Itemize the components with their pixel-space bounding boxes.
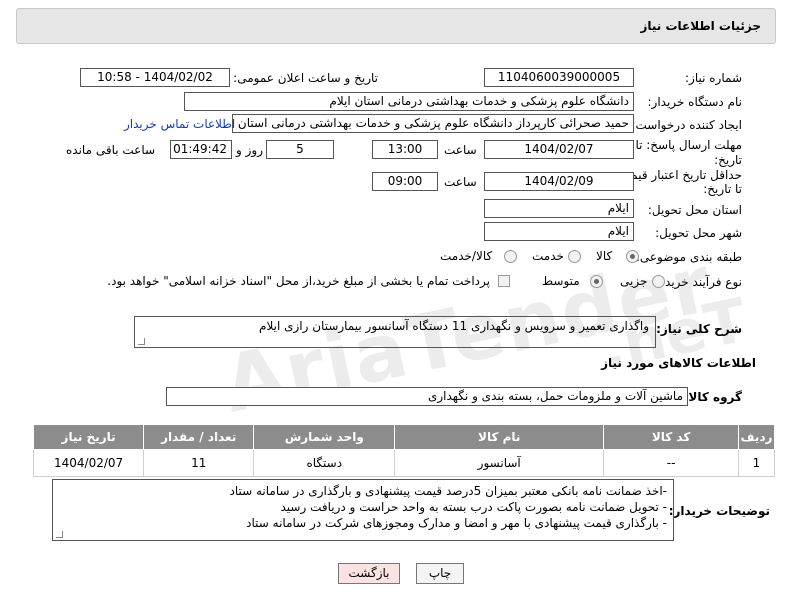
notes-resize-handle[interactable] xyxy=(56,531,63,538)
treasury-payment-note: پرداخت تمام یا بخشی از مبلغ خرید،از محل … xyxy=(107,274,490,288)
buyer-contact-link[interactable]: اطلاعات تماس خریدار xyxy=(124,117,235,131)
summary-text: واگذاری تعمیر و سرویس و نگهداری 11 دستگا… xyxy=(259,319,649,333)
cell-unit: دستگاه xyxy=(253,449,396,477)
back-button[interactable]: بازگشت xyxy=(338,563,400,584)
category-radio-goods-service[interactable] xyxy=(504,250,517,263)
resize-handle[interactable] xyxy=(138,338,145,345)
col-header-name: نام کالا xyxy=(394,424,605,450)
remaining-time-field: 01:49:42 xyxy=(170,140,232,159)
days-label: روز و xyxy=(236,143,263,157)
process-option-minor: جزیی xyxy=(620,274,648,288)
need-number-label: شماره نیاز: xyxy=(685,71,742,85)
process-label: نوع فرآیند خرید : xyxy=(657,275,742,289)
goods-info-title: اطلاعات کالاهای مورد نیاز xyxy=(601,356,756,370)
city-label: شهر محل تحویل: xyxy=(655,226,742,240)
buyer-notes: -اخذ ضمانت نامه بانکی معتبر بمیزان 5درصد… xyxy=(52,479,674,541)
deadline-time-field: 13:00 xyxy=(372,140,438,159)
notes-line-2: - تحویل ضمانت نامه بصورت پاکت درب بسته ب… xyxy=(280,500,667,514)
table-header-row: ردیف کد کالا نام کالا واحد شمارش تعداد /… xyxy=(32,424,776,450)
cell-qty: 11 xyxy=(143,449,255,477)
col-header-code: کد کالا xyxy=(603,424,739,450)
page-title: جزئیات اطلاعات نیاز xyxy=(640,19,761,33)
deadline-time-label: ساعت xyxy=(444,143,477,157)
table-row: 1 -- آسانسور دستگاه 11 1404/02/07 xyxy=(32,449,776,477)
print-button[interactable]: چاپ xyxy=(416,563,464,584)
announce-field: 1404/02/02 - 10:58 xyxy=(80,68,230,87)
city-field: ایلام xyxy=(484,222,634,241)
validity-time-field: 09:00 xyxy=(372,172,438,191)
process-option-medium: متوسط xyxy=(542,274,580,288)
category-radio-service[interactable] xyxy=(568,250,581,263)
announce-label: تاریخ و ساعت اعلان عمومی: xyxy=(233,71,378,85)
validity-date-field: 1404/02/09 xyxy=(484,172,634,191)
process-radio-medium[interactable] xyxy=(590,275,603,288)
col-header-row: ردیف xyxy=(737,424,776,450)
notes-label: توضیحات خریدار: xyxy=(668,504,770,518)
days-remaining-field: 5 xyxy=(266,140,334,159)
category-radio-goods[interactable] xyxy=(626,250,639,263)
notes-line-3: - بارگذاری قیمت پیشنهادی با مهر و امضا و… xyxy=(246,516,667,530)
summary-label: شرح کلی نیاز: xyxy=(656,322,742,336)
summary-field: واگذاری تعمیر و سرویس و نگهداری 11 دستگا… xyxy=(134,316,656,348)
items-table: ردیف کد کالا نام کالا واحد شمارش تعداد /… xyxy=(32,424,776,477)
treasury-payment-checkbox[interactable] xyxy=(498,275,510,287)
notes-line-1: -اخذ ضمانت نامه بانکی معتبر بمیزان 5درصد… xyxy=(229,484,667,498)
deadline-label: مهلت ارسال پاسخ: تا xyxy=(635,138,742,152)
buyer-org-field: دانشگاه علوم پزشکی و خدمات بهداشتی درمان… xyxy=(184,92,634,111)
remaining-label: ساعت باقی مانده xyxy=(66,143,156,157)
cell-code: -- xyxy=(603,449,739,477)
validity-label-2: تا تاریخ: xyxy=(703,182,742,196)
cell-date: 1404/02/07 xyxy=(32,449,145,477)
page-header: جزئیات اطلاعات نیاز xyxy=(16,8,776,44)
deadline-date-field: 1404/02/07 xyxy=(484,140,634,159)
goods-group-field: ماشین آلات و ملزومات حمل، بسته بندی و نگ… xyxy=(166,387,688,406)
validity-time-label: ساعت xyxy=(444,175,477,189)
cell-row: 1 xyxy=(737,449,776,477)
province-label: استان محل تحویل: xyxy=(647,203,742,217)
category-label: طبقه بندی موضوعی: xyxy=(635,250,742,264)
col-header-date: تاریخ نیاز xyxy=(32,424,145,450)
category-option-goods-service: کالا/خدمت xyxy=(440,249,493,263)
category-option-goods: کالا xyxy=(596,249,613,263)
creator-field: حمید صحرائی کارپرداز دانشگاه علوم پزشکی … xyxy=(232,114,634,133)
buyer-org-label: نام دستگاه خریدار: xyxy=(647,95,743,109)
col-header-unit: واحد شمارش xyxy=(253,424,396,450)
col-header-qty: تعداد / مقدار xyxy=(143,424,255,450)
need-number-field: 1104060039000005 xyxy=(484,68,634,87)
province-field: ایلام xyxy=(484,199,634,218)
process-radio-minor[interactable] xyxy=(652,275,665,288)
cell-name: آسانسور xyxy=(394,449,605,477)
goods-group-label: گروه کالا: xyxy=(683,390,742,404)
deadline-label-2: تاریخ: xyxy=(714,153,742,167)
category-option-service: خدمت xyxy=(532,249,564,263)
creator-label: ایجاد کننده درخواست: xyxy=(631,118,742,132)
validity-label: حداقل تاریخ اعتبار قیمت: xyxy=(615,168,742,182)
